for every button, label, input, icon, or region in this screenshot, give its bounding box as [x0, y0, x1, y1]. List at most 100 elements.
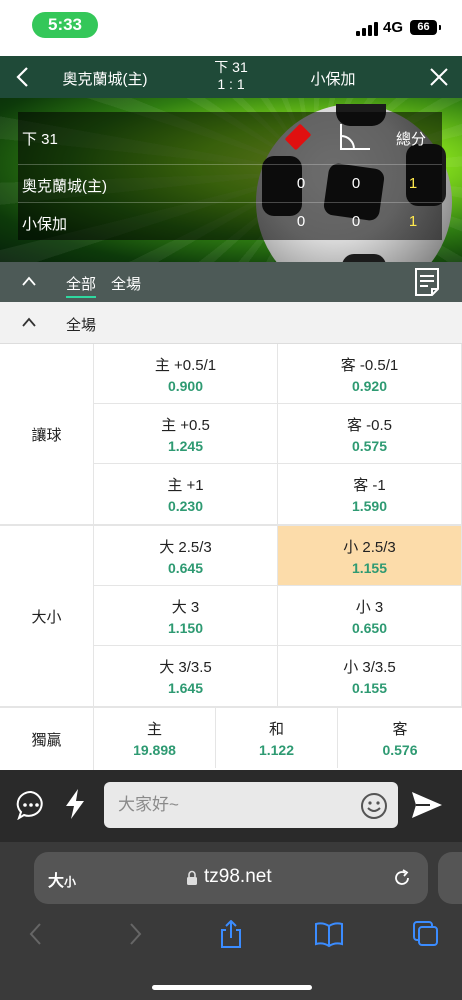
network-type: 4G [383, 19, 404, 36]
score-header-row: 下 31 總分 [18, 112, 442, 162]
section-header[interactable]: 全場 [0, 302, 462, 344]
signal-icon [356, 22, 378, 36]
chat-bubble-icon[interactable] [16, 790, 46, 820]
collapse-caret-icon[interactable] [20, 314, 38, 332]
tab-full-time[interactable]: 全場 [111, 273, 141, 294]
team-name: 小保加 [22, 216, 68, 233]
odds-cell[interactable]: 主 19.898 [94, 708, 216, 768]
corners-count: 0 [351, 213, 361, 230]
odds-cell[interactable]: 客 -0.5 0.575 [278, 404, 462, 464]
odds-cell-selected[interactable]: 小 2.5/3 1.155 [278, 526, 462, 586]
corners-count: 0 [351, 175, 361, 192]
red-card-icon [284, 123, 312, 151]
reload-icon[interactable] [392, 868, 412, 888]
odds-line: 主 [146, 721, 162, 738]
lightning-icon[interactable] [64, 788, 86, 820]
score-panel: 下 31 總分 奧克蘭城(主) 0 0 1 小保加 0 0 1 [18, 112, 442, 240]
odds-value: 1.590 [351, 498, 388, 514]
share-icon[interactable] [216, 920, 246, 948]
odds-line: 大 3/3.5 [159, 659, 212, 676]
odds-value: 1.150 [167, 620, 204, 636]
odds-cell[interactable]: 主 +0.5 1.245 [94, 404, 278, 464]
home-indicator [152, 985, 312, 990]
odds-cell[interactable]: 主 +0.5/1 0.900 [94, 344, 278, 404]
text-size-button[interactable]: 大小 [48, 867, 76, 891]
odds-value: 0.230 [167, 498, 204, 514]
match-period: 下 31 [214, 59, 248, 75]
text-size-large: 大 [48, 873, 65, 890]
odds-value: 0.650 [351, 620, 388, 636]
red-cards-count: 0 [296, 213, 306, 230]
odds-value: 19.898 [133, 742, 176, 758]
emoji-icon[interactable] [360, 792, 388, 820]
market-over-under: 大小 大 2.5/3 0.645 小 2.5/3 1.155 大 3 1.150… [0, 526, 462, 708]
odds-table: 讓球 主 +0.5/1 0.900 客 -0.5/1 0.920 主 +0.5 … [0, 344, 462, 770]
home-team-name: 奧克蘭城(主) [62, 71, 148, 88]
url-text: tz98.net [204, 866, 272, 887]
odds-value: 0.155 [351, 680, 388, 696]
odds-line: 小 3 [355, 599, 384, 616]
odds-line: 小 2.5/3 [343, 539, 396, 556]
odds-line: 大 3 [171, 599, 200, 616]
odds-value: 0.576 [382, 742, 418, 758]
odds-cell[interactable]: 小 3 0.650 [278, 586, 462, 646]
odds-line: 小 3/3.5 [343, 659, 396, 676]
battery-icon: 66 [410, 20, 441, 35]
text-size-small: 小 [64, 875, 77, 889]
odds-line: 主 +0.5/1 [154, 357, 217, 374]
odds-value: 0.645 [167, 560, 204, 576]
odds-cell[interactable]: 大 2.5/3 0.645 [94, 526, 278, 586]
odds-value: 0.575 [351, 438, 388, 454]
odds-value: 1.122 [258, 742, 295, 758]
odds-cell[interactable]: 客 0.576 [338, 708, 462, 768]
score-row-away: 小保加 0 0 1 [18, 202, 442, 240]
market-moneyline: 獨贏 主 19.898 和 1.122 客 0.576 [0, 708, 462, 770]
odds-line: 客 -1 [353, 477, 386, 494]
team-name: 奧克蘭城(主) [22, 178, 107, 195]
section-title: 全場 [66, 317, 97, 334]
odds-line: 大 2.5/3 [159, 539, 212, 556]
odds-cell[interactable]: 大 3/3.5 1.645 [94, 646, 278, 706]
odds-line: 客 -0.5 [346, 417, 392, 434]
document-icon[interactable] [414, 267, 440, 297]
odds-cell[interactable]: 大 3 1.150 [94, 586, 278, 646]
close-icon[interactable] [426, 64, 452, 90]
odds-value: 0.900 [167, 378, 204, 394]
back-icon[interactable] [10, 64, 34, 90]
odds-cell[interactable]: 主 +1 0.230 [94, 464, 278, 524]
odds-line: 客 -0.5/1 [340, 357, 399, 374]
collapse-caret-icon[interactable] [20, 273, 38, 291]
odds-cell[interactable]: 客 -1 1.590 [278, 464, 462, 524]
score-period: 下 31 [22, 131, 58, 148]
odds-line: 客 [392, 721, 408, 738]
odds-cell[interactable]: 小 3/3.5 0.155 [278, 646, 462, 706]
total-score: 1 [408, 213, 418, 230]
away-team-name: 小保加 [310, 71, 356, 88]
browser-forward-icon[interactable] [120, 920, 150, 948]
address-bar[interactable]: 大小 tz98.net [34, 852, 428, 904]
match-status: 下 31 1 : 1 [196, 59, 266, 93]
status-bar: 5:33 4G 66 [0, 0, 462, 56]
send-icon[interactable] [410, 790, 444, 820]
chat-input[interactable] [104, 782, 398, 828]
chat-bar [0, 770, 462, 842]
status-time: 5:33 [32, 12, 98, 38]
odds-line: 和 [268, 721, 284, 738]
tab-all[interactable]: 全部 [66, 273, 97, 298]
tabs-icon[interactable] [410, 920, 440, 948]
market-label: 獨贏 [0, 708, 94, 770]
odds-line: 主 +1 [167, 477, 204, 494]
odds-cell[interactable]: 和 1.122 [216, 708, 338, 768]
odds-value: 0.920 [351, 378, 388, 394]
match-header: 奧克蘭城(主) 下 31 1 : 1 小保加 [0, 56, 462, 98]
odds-value: 1.645 [167, 680, 204, 696]
lock-icon [187, 870, 197, 885]
next-tab-preview[interactable] [438, 852, 462, 904]
market-handicap: 讓球 主 +0.5/1 0.900 客 -0.5/1 0.920 主 +0.5 … [0, 344, 462, 526]
market-label: 讓球 [0, 344, 94, 524]
odds-value: 1.245 [167, 438, 204, 454]
odds-cell[interactable]: 客 -0.5/1 0.920 [278, 344, 462, 404]
bookmarks-icon[interactable] [314, 920, 344, 948]
match-score: 1 : 1 [217, 76, 245, 92]
browser-back-icon[interactable] [22, 920, 52, 948]
